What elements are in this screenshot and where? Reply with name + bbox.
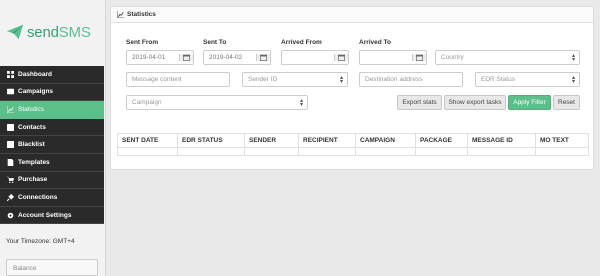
cart-icon	[6, 176, 14, 184]
table-row	[117, 147, 589, 156]
table-cell	[244, 147, 299, 156]
sidebar-item-label: Account Settings	[18, 211, 72, 219]
panel-header: Statistics	[111, 7, 593, 23]
sidebar-item-label: Blacklist	[18, 141, 45, 149]
table-cell	[117, 147, 178, 156]
sidebar-item-purchase[interactable]: Purchase	[0, 171, 104, 190]
sidebar-item-label: Purchase	[18, 176, 48, 184]
sort-caret-icon: ▴ ▾	[571, 75, 575, 85]
column-header[interactable]: SENT DATE	[117, 133, 178, 148]
campaign-select-value: Campaign	[132, 99, 162, 106]
sidebar-item-contacts[interactable]: Contacts	[0, 118, 104, 137]
sent-to-value: 2019-04-02	[209, 54, 243, 61]
sidebar-item-blacklist[interactable]: Blacklist	[0, 136, 104, 154]
statistics-icon	[117, 11, 124, 18]
sidebar-nav: Dashboard Campaigns Statistics Contacts …	[0, 66, 104, 225]
sidebar: sendSMS Dashboard Campaigns Statistics C…	[0, 0, 106, 276]
plug-icon	[6, 193, 14, 201]
sort-caret-icon: ▴ ▾	[299, 98, 303, 108]
balance-field[interactable]: Balance	[6, 259, 98, 276]
sent-to-label: Sent To	[203, 39, 227, 46]
table-header-row: SENT DATE EDR STATUS SENDER RECIPIENT CA…	[117, 133, 589, 148]
table-cell	[415, 147, 468, 156]
sidebar-item-label: Contacts	[18, 123, 46, 131]
sidebar-item-account-settings[interactable]: Account Settings	[0, 206, 104, 225]
statistics-table: SENT DATE EDR STATUS SENDER RECIPIENT CA…	[117, 133, 589, 156]
edr-status-select[interactable]: EDR Status ▴ ▾	[475, 72, 580, 87]
sent-from-field[interactable]: 2019-04-01	[126, 50, 194, 65]
blacklist-icon	[6, 141, 14, 149]
timezone-text: Your Timezone: GMT+4	[6, 238, 75, 245]
arrived-to-label: Arrived To	[359, 39, 392, 46]
sidebar-item-label: Statistics	[18, 105, 45, 113]
calendar-icon[interactable]	[412, 54, 426, 61]
sender-id-select-value: Sender ID	[248, 76, 278, 83]
country-select-value: Country	[441, 54, 464, 61]
show-export-tasks-button[interactable]: Show export tasks	[444, 95, 506, 110]
sidebar-item-connections[interactable]: Connections	[0, 189, 104, 207]
campaign-select[interactable]: Campaign ▴ ▾	[126, 95, 308, 110]
column-header[interactable]: MO TEXT	[535, 133, 589, 148]
column-header[interactable]: EDR STATUS	[177, 133, 245, 148]
sidebar-item-label: Connections	[18, 193, 58, 201]
message-content-input[interactable]: Message content	[126, 72, 230, 87]
country-select[interactable]: Country ▴ ▾	[435, 50, 580, 65]
panel-title: Statistics	[127, 11, 156, 18]
sidebar-item-campaigns[interactable]: Campaigns	[0, 83, 104, 102]
calendar-icon[interactable]	[334, 54, 348, 61]
sent-from-value: 2019-04-01	[132, 54, 166, 61]
table-cell	[467, 147, 536, 156]
arrived-to-field[interactable]	[359, 50, 427, 65]
dashboard-icon	[6, 70, 14, 78]
paper-plane-icon	[6, 24, 24, 40]
table-cell	[355, 147, 416, 156]
sidebar-item-label: Campaigns	[18, 88, 54, 96]
column-header[interactable]: PACKAGE	[415, 133, 468, 148]
statistics-icon	[6, 105, 14, 113]
column-header[interactable]: RECIPIENT	[298, 133, 356, 148]
templates-icon	[6, 158, 14, 166]
destination-address-input[interactable]: Destination address	[359, 72, 463, 87]
campaigns-icon	[6, 88, 14, 96]
column-header[interactable]: CAMPAIGN	[355, 133, 416, 148]
sent-to-field[interactable]: 2019-04-02	[203, 50, 271, 65]
gear-icon	[6, 211, 14, 219]
table-cell	[298, 147, 356, 156]
sort-caret-icon: ▴ ▾	[339, 75, 343, 85]
arrived-from-label: Arrived From	[281, 39, 322, 46]
brand-name: sendSMS	[27, 23, 91, 41]
statistics-panel: Statistics Sent From Sent To Arrived Fro…	[110, 6, 594, 170]
sort-caret-icon: ▴ ▾	[571, 53, 575, 63]
contacts-icon	[6, 123, 14, 131]
column-header[interactable]: SENDER	[244, 133, 299, 148]
arrived-from-field[interactable]	[281, 50, 349, 65]
sidebar-item-templates[interactable]: Templates	[0, 153, 104, 172]
edr-status-select-value: EDR Status	[481, 76, 515, 83]
table-cell	[177, 147, 245, 156]
calendar-icon[interactable]	[179, 54, 193, 61]
sender-id-select[interactable]: Sender ID ▴ ▾	[242, 72, 348, 87]
sidebar-item-label: Templates	[18, 158, 50, 166]
sidebar-item-statistics[interactable]: Statistics	[0, 101, 104, 119]
reset-button[interactable]: Reset	[553, 95, 580, 110]
sidebar-item-dashboard[interactable]: Dashboard	[0, 66, 104, 84]
brand-logo[interactable]: sendSMS	[6, 20, 91, 44]
sent-from-label: Sent From	[126, 39, 159, 46]
table-cell	[535, 147, 589, 156]
calendar-icon[interactable]	[256, 54, 270, 61]
column-header[interactable]: MESSAGE ID	[467, 133, 536, 148]
export-stats-button[interactable]: Export stats	[397, 95, 442, 110]
sidebar-item-label: Dashboard	[18, 70, 52, 78]
apply-filter-button[interactable]: Apply Filter	[508, 95, 551, 110]
